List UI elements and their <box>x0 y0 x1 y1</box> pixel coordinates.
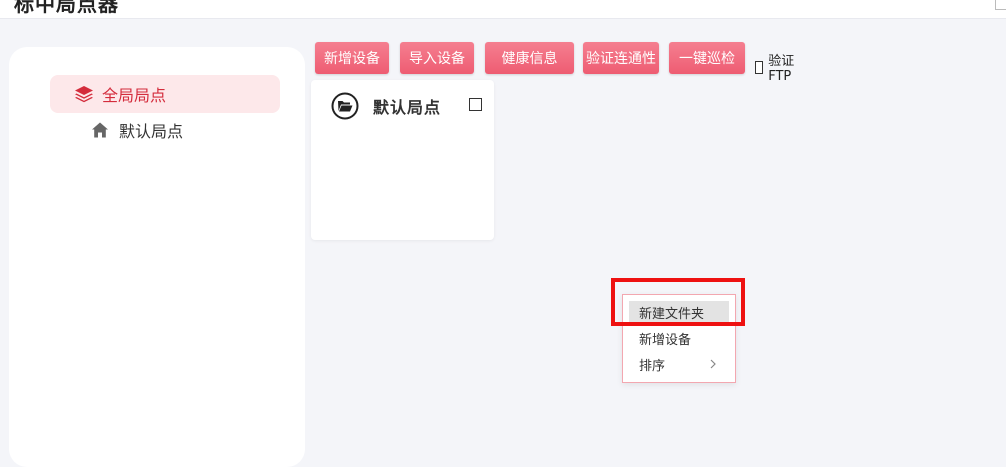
sidebar: 全局局点 默认局点 <box>9 47 305 467</box>
sidebar-item-all-sites[interactable]: 全局局点 <box>50 75 280 113</box>
menu-item-label: 排序 <box>639 358 666 374</box>
verify-ftp-label: 验证FTP <box>768 54 795 84</box>
verify-ftp-option[interactable]: 验证FTP <box>755 50 796 84</box>
site-card-title: 默认局点 <box>373 98 442 117</box>
chevron-right-icon <box>707 358 719 370</box>
window-control[interactable] <box>995 0 1006 10</box>
menu-item-sort[interactable]: 排序 <box>629 353 729 375</box>
layers-icon <box>72 82 96 106</box>
import-device-button[interactable]: 导入设备 <box>400 42 474 74</box>
app-title: 标中局点器 <box>14 0 119 16</box>
site-card[interactable]: 默认局点 <box>311 80 494 240</box>
menu-item-label: 新建文件夹 <box>639 306 705 322</box>
title-bar: 标中局点器 <box>0 0 1006 19</box>
site-card-checkbox[interactable] <box>469 98 482 111</box>
one-click-inspection-button[interactable]: 一键巡检 <box>669 42 745 74</box>
context-menu: 新建文件夹 新增设备 排序 <box>622 294 736 383</box>
menu-item-label: 新增设备 <box>639 332 692 348</box>
verify-ftp-checkbox[interactable] <box>755 60 764 74</box>
home-icon <box>89 119 111 141</box>
menu-item-add-device[interactable]: 新增设备 <box>629 327 729 349</box>
verify-connectivity-button[interactable]: 验证连通性 <box>583 42 659 74</box>
sidebar-item-default-site[interactable]: 默认局点 <box>89 117 183 143</box>
folder-open-icon <box>331 92 359 120</box>
sidebar-item-label: 默认局点 <box>119 122 184 141</box>
sidebar-item-label: 全局局点 <box>102 86 167 105</box>
menu-item-new-folder[interactable]: 新建文件夹 <box>629 301 729 323</box>
health-info-button[interactable]: 健康信息 <box>485 42 574 74</box>
add-device-button[interactable]: 新增设备 <box>315 42 389 74</box>
